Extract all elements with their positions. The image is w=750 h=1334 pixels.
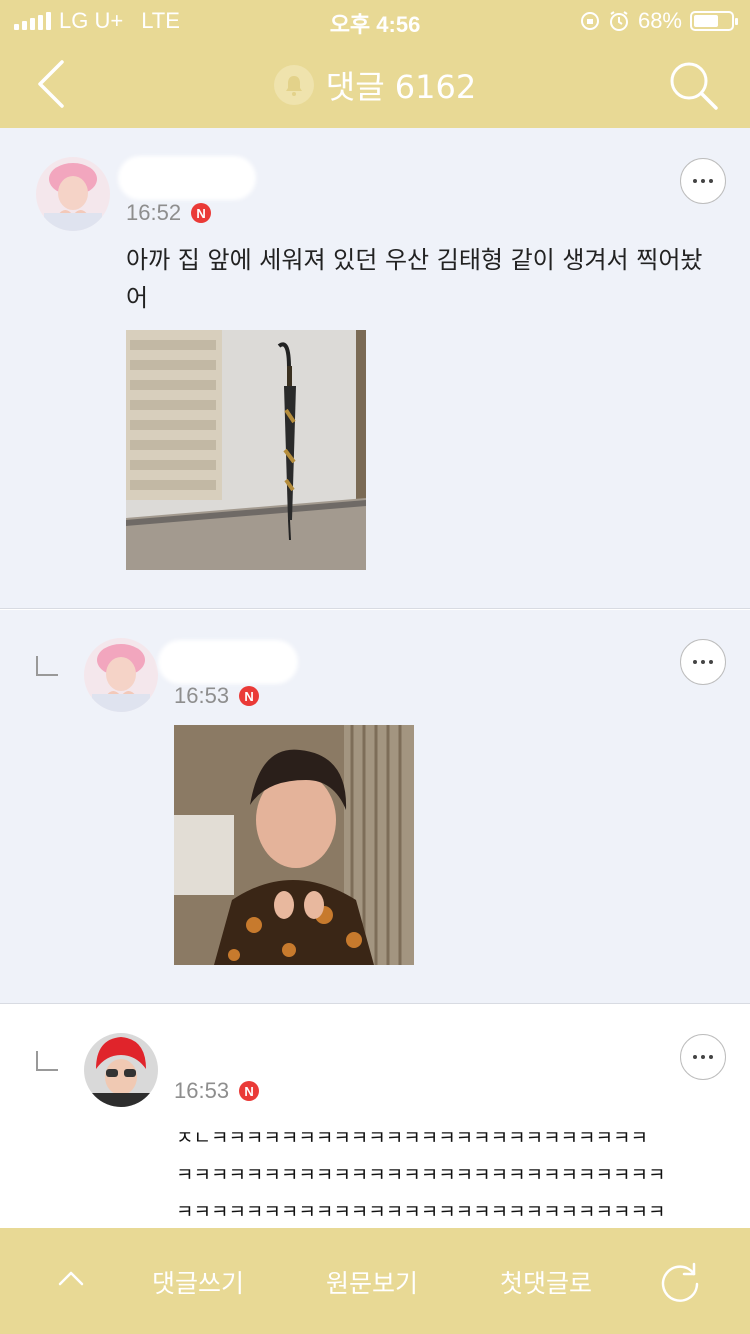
comment-text-line: ㅋㅋㅋㅋㅋㅋㅋㅋㅋㅋㅋㅋㅋㅋㅋㅋㅋㅋㅋㅋㅋㅋㅋㅋㅋㅋㅋㅋ — [176, 1201, 666, 1223]
new-badge: N — [239, 1081, 260, 1101]
battery-percent: 68% — [637, 8, 682, 33]
author-name-hidden — [118, 156, 256, 200]
status-bar: LG U+ LTE 오후 4:56 68% — [0, 0, 750, 40]
reply-comment-item: 16:53 N — [0, 610, 750, 1004]
more-options-button[interactable] — [680, 639, 726, 685]
comment-text-line: ㅈㄴㅋㅋㅋㅋㅋㅋㅋㅋㅋㅋㅋㅋㅋㅋㅋㅋㅋㅋㅋㅋㅋㅋㅋㅋㅋ — [176, 1127, 648, 1149]
search-icon[interactable] — [666, 58, 720, 112]
new-badge: N — [191, 203, 212, 223]
new-badge: N — [239, 686, 260, 706]
reply-arrow-icon — [36, 1051, 58, 1071]
bell-icon[interactable] — [273, 65, 314, 105]
reply-arrow-icon — [36, 656, 58, 676]
more-options-button[interactable] — [680, 1034, 726, 1080]
comment-time: 16:53 — [174, 1078, 230, 1103]
comment-photo-umbrella[interactable] — [126, 330, 366, 570]
comment-photo-person[interactable] — [174, 725, 414, 965]
view-original-button[interactable]: 원문보기 — [326, 1264, 418, 1300]
refresh-icon[interactable] — [658, 1260, 702, 1304]
avatar[interactable] — [84, 638, 158, 712]
comment-text-line: ㅋㅋㅋㅋㅋㅋㅋㅋㅋㅋㅋㅋㅋㅋㅋㅋㅋㅋㅋㅋㅋㅋㅋㅋㅋㅋㅋㅋ — [176, 1164, 666, 1186]
chevron-up-icon[interactable] — [56, 1264, 86, 1294]
comment-item: 16:52 N 아까 집 앞에 세워져 있던 우산 김태형 같이 생겨서 찍어놨… — [0, 128, 750, 609]
battery-icon — [690, 11, 738, 31]
more-options-button[interactable] — [680, 158, 726, 204]
avatar[interactable] — [84, 1033, 158, 1107]
bottom-toolbar: 댓글쓰기 원문보기 첫댓글로 — [0, 1228, 750, 1334]
comment-time: 16:52 — [126, 200, 182, 225]
page-title: 댓글 6162 — [325, 68, 477, 106]
avatar[interactable] — [36, 157, 110, 231]
alarm-icon — [609, 11, 628, 31]
rotation-lock-icon — [580, 12, 599, 30]
first-comment-button[interactable]: 첫댓글로 — [500, 1264, 592, 1300]
author-name-hidden — [158, 640, 298, 684]
header: 댓글 6162 — [0, 40, 750, 128]
comment-time: 16:53 — [174, 683, 230, 708]
comment-text: 아까 집 앞에 세워져 있던 우산 김태형 같이 생겨서 찍어놨어 — [126, 246, 703, 312]
write-comment-button[interactable]: 댓글쓰기 — [152, 1264, 244, 1300]
reply-comment-item: 16:53 N ㅈㄴㅋㅋㅋㅋㅋㅋㅋㅋㅋㅋㅋㅋㅋㅋㅋㅋㅋㅋㅋㅋㅋㅋㅋㅋㅋ ㅋㅋㅋㅋ… — [0, 1005, 750, 1228]
